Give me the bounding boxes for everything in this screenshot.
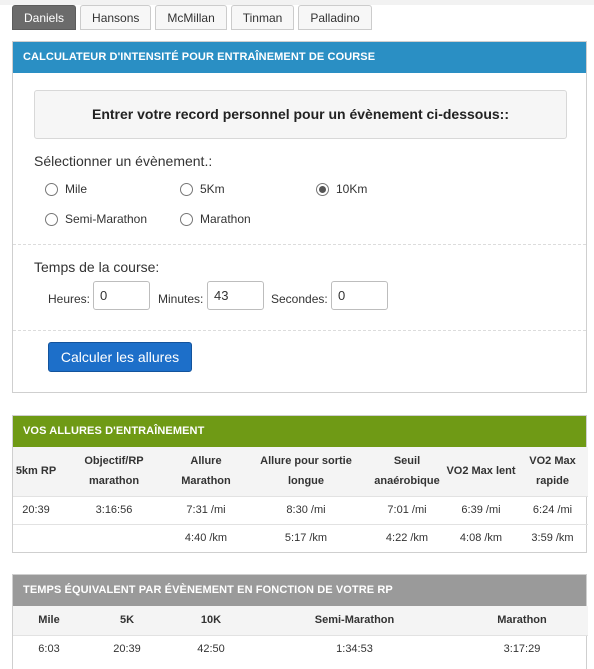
column-header: 5km RP [13,447,59,496]
radio-marathon-label: Marathon [200,212,251,226]
column-header: VO2 Max rapide [517,447,588,496]
table-cell: 7:31 /mi [169,495,243,524]
radio-mile[interactable]: Mile [45,182,87,196]
radio-5km[interactable]: 5Km [180,182,225,196]
column-header: Allure Marathon [169,447,243,496]
table-cell: 3:17:29 [456,634,588,663]
radio-semi-marathon-label: Semi-Marathon [65,212,148,226]
table-header-row: Mile 5K 10K Semi-Marathon Marathon [13,606,588,635]
radio-5km-circle[interactable] [180,182,193,196]
calculator-panel: CALCULATEUR D'INTENSITÉ POUR ENTRAÎNEMEN… [12,41,587,393]
column-header: Mile [13,606,85,635]
table-cell: 20:39 [85,634,169,663]
table-cell: 8:30 /mi [243,495,369,524]
table-cell: 6:03 [13,634,85,663]
table-row: 4:40 /km 5:17 /km 4:22 /km 4:08 /km 3:59… [13,523,588,552]
radio-10km-label: 10Km [336,182,368,196]
table-cell: 4:22 /km [369,523,445,552]
column-header: 10K [169,606,253,635]
column-header: Objectif/RP marathon [59,447,169,496]
equivalent-times-table: Mile 5K 10K Semi-Marathon Marathon 6:03 … [13,606,588,663]
table-cell: 7:01 /mi [369,495,445,524]
table-cell: 20:39 [13,495,59,524]
radio-marathon[interactable]: Marathon [180,212,251,226]
column-header: Semi-Marathon [253,606,456,635]
radio-mile-label: Mile [65,182,88,196]
seconds-input[interactable]: 0 [331,281,388,310]
hours-label: Heures: [48,292,91,306]
table-cell: 6:24 /mi [517,495,588,524]
seconds-label: Secondes: [271,292,328,306]
race-time-label: Temps de la course: [34,259,160,275]
training-paces-title: VOS ALLURES D'ENTRAÎNEMENT [13,416,586,447]
radio-marathon-circle[interactable] [180,212,193,226]
table-row: 6:03 20:39 42:50 1:34:53 3:17:29 [13,634,588,663]
table-cell: 5:17 /km [243,523,369,552]
table-cell: 1:34:53 [253,634,456,663]
table-row: 20:39 3:16:56 7:31 /mi 8:30 /mi 7:01 /mi… [13,495,588,524]
table-cell: 4:40 /km [169,523,243,552]
minutes-label: Minutes: [158,292,204,306]
column-header: Marathon [456,606,588,635]
hours-input[interactable]: 0 [93,281,150,310]
radio-10km-circle[interactable] [316,182,329,196]
section-divider [13,330,586,331]
equivalent-times-title: TEMPS ÉQUIVALENT PAR ÉVÈNEMENT EN FONCTI… [13,575,586,606]
table-cell: 6:39 /mi [445,495,517,524]
record-prompt: Entrer votre record personnel pour un év… [34,90,567,139]
column-header: VO2 Max lent [445,447,517,496]
tab-daniels[interactable]: Daniels [12,5,77,30]
radio-10km[interactable]: 10Km [316,182,367,196]
table-cell: 3:59 /km [517,523,588,552]
column-header: Seuil anaérobique [369,447,445,496]
tab-palladino[interactable]: Palladino [298,5,372,30]
table-cell: 42:50 [169,634,253,663]
column-header: 5K [85,606,169,635]
table-cell [59,523,169,552]
calculate-paces-button[interactable]: Calculer les allures [48,342,192,372]
table-cell: 4:08 /km [445,523,517,552]
tab-mcmillan[interactable]: McMillan [155,5,227,30]
training-paces-panel: VOS ALLURES D'ENTRAÎNEMENT 5km RP Object… [12,415,588,553]
minutes-input[interactable]: 43 [207,281,264,310]
table-cell [13,523,59,552]
section-divider [13,244,586,245]
radio-mile-circle[interactable] [45,182,58,196]
table-cell: 3:16:56 [59,495,169,524]
tab-tinman[interactable]: Tinman [230,5,295,30]
event-select-label: Sélectionner un évènement.: [34,153,213,169]
equivalent-times-panel: TEMPS ÉQUIVALENT PAR ÉVÈNEMENT EN FONCTI… [12,574,588,669]
radio-semi-marathon[interactable]: Semi-Marathon [45,212,147,226]
calculator-title: CALCULATEUR D'INTENSITÉ POUR ENTRAÎNEMEN… [13,42,586,73]
radio-5km-label: 5Km [200,182,225,196]
radio-semi-marathon-circle[interactable] [45,212,58,226]
training-paces-table: 5km RP Objectif/RP marathon Allure Marat… [13,447,588,552]
tab-hansons[interactable]: Hansons [80,5,152,30]
table-header-row: 5km RP Objectif/RP marathon Allure Marat… [13,447,588,496]
column-header: Allure pour sortie longue [243,447,369,496]
calculator-tabs: Daniels Hansons McMillan Tinman Palladin… [12,5,372,31]
